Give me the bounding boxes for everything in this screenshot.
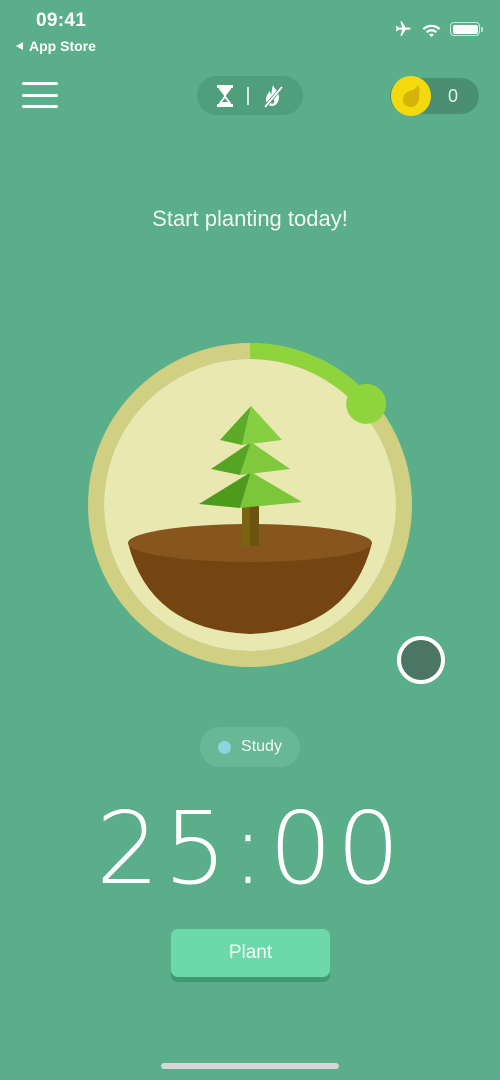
duration-slider-knob[interactable] — [346, 383, 387, 424]
tag-color-dot — [218, 740, 232, 754]
tag-label: Study — [241, 738, 282, 755]
timer-display: 25:00 — [95, 790, 405, 907]
tree-species-button[interactable] — [397, 636, 445, 684]
tree-ring[interactable] — [0, 0, 500, 700]
home-indicator[interactable] — [161, 1063, 339, 1069]
plant-button[interactable]: Plant — [171, 929, 330, 977]
tag-selector[interactable]: Study — [200, 727, 300, 767]
